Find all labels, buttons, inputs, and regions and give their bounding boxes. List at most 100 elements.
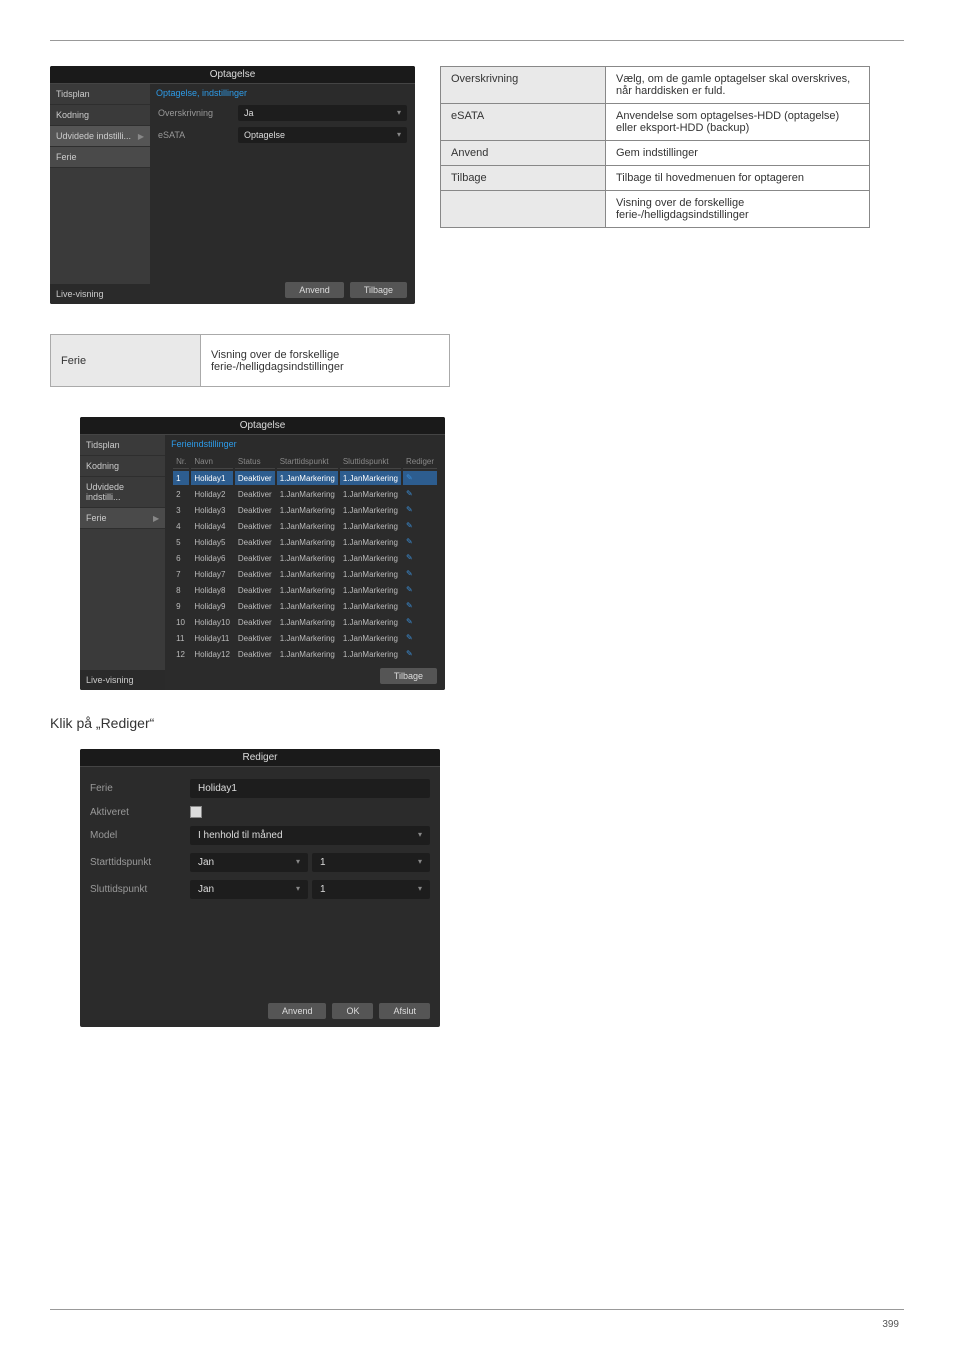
edit-icon[interactable]: ✎	[406, 473, 416, 483]
edit-icon[interactable]: ✎	[406, 633, 416, 643]
select-model[interactable]: I henhold til måned▾	[190, 826, 430, 845]
table-row[interactable]: 9Holiday9Deaktiver1.JanMarkering1.JanMar…	[173, 599, 437, 613]
anvend-button[interactable]: Anvend	[285, 282, 344, 298]
table-row[interactable]: 2Holiday2Deaktiver1.JanMarkering1.JanMar…	[173, 487, 437, 501]
screenshot-ferie-list: Optagelse Tidsplan Kodning Udvidede inds…	[80, 417, 445, 690]
table-row[interactable]: 10Holiday10Deaktiver1.JanMarkering1.JanM…	[173, 615, 437, 629]
chevron-right-icon: ▶	[138, 132, 144, 141]
edit-icon[interactable]: ✎	[406, 601, 416, 611]
edit-icon[interactable]: ✎	[406, 569, 416, 579]
screenshot-optagelse-settings: Optagelse Tidsplan Kodning Udvidede inds…	[50, 66, 415, 304]
input-ferie[interactable]: Holiday1	[190, 779, 430, 798]
col-navn: Navn	[191, 455, 233, 469]
edit-icon[interactable]: ✎	[406, 649, 416, 659]
tab-optagelse-indstillinger[interactable]: Optagelse, indstillinger	[150, 84, 253, 102]
sidebar-item-kodning[interactable]: Kodning	[80, 456, 165, 477]
table-row[interactable]: 4Holiday4Deaktiver1.JanMarkering1.JanMar…	[173, 519, 437, 533]
label-overskrivning: Overskrivning	[158, 108, 238, 118]
edit-icon[interactable]: ✎	[406, 553, 416, 563]
col-nr: Nr.	[173, 455, 189, 469]
desc-value: Anvendelse som optagelses-HDD (optagelse…	[606, 104, 870, 141]
label-ferie: Ferie	[90, 783, 190, 794]
label-model: Model	[90, 830, 190, 841]
chevron-down-icon: ▾	[397, 130, 401, 140]
table-row[interactable]: 6Holiday6Deaktiver1.JanMarkering1.JanMar…	[173, 551, 437, 565]
desc-value: Vælg, om de gamle optagelser skal oversk…	[606, 67, 870, 104]
tilbage-button[interactable]: Tilbage	[380, 668, 437, 684]
table-row[interactable]: 11Holiday11Deaktiver1.JanMarkering1.JanM…	[173, 631, 437, 645]
desc-label: Overskrivning	[441, 67, 606, 104]
select-start-day[interactable]: 1▾	[312, 853, 430, 872]
chevron-down-icon: ▾	[418, 884, 422, 895]
desc-label: eSATA	[441, 104, 606, 141]
edit-icon[interactable]: ✎	[406, 521, 416, 531]
chevron-down-icon: ▾	[418, 857, 422, 868]
col-rediger: Rediger	[403, 455, 437, 469]
select-overskrivning[interactable]: Ja▾	[238, 105, 407, 121]
table-row[interactable]: 8Holiday8Deaktiver1.JanMarkering1.JanMar…	[173, 583, 437, 597]
sidebar-item-kodning[interactable]: Kodning	[50, 105, 150, 126]
sidebar: Tidsplan Kodning Udvidede indstilli...▶ …	[50, 84, 150, 304]
description-table-1: OverskrivningVælg, om de gamle optagelse…	[440, 66, 870, 228]
sidebar-item-ferie[interactable]: Ferie▶	[80, 508, 165, 529]
desc-value: Visning over de forskellige ferie-/helli…	[606, 191, 870, 228]
page-number: 399	[882, 1319, 899, 1330]
ferie-single-table: FerieVisning over de forskellige ferie-/…	[50, 334, 450, 387]
desc-label	[441, 191, 606, 228]
select-end-month[interactable]: Jan▾	[190, 880, 308, 899]
ok-button[interactable]: OK	[332, 1003, 373, 1019]
label-aktiveret: Aktiveret	[90, 807, 190, 818]
desc-value: Tilbage til hovedmenuen for optageren	[606, 166, 870, 191]
desc-label: Anvend	[441, 141, 606, 166]
table-row[interactable]: 7Holiday7Deaktiver1.JanMarkering1.JanMar…	[173, 567, 437, 581]
chevron-down-icon: ▾	[397, 108, 401, 118]
afslut-button[interactable]: Afslut	[379, 1003, 430, 1019]
instruction-text: Klik på „Rediger“	[50, 715, 904, 731]
sidebar-item-tidsplan[interactable]: Tidsplan	[50, 84, 150, 105]
anvend-button[interactable]: Anvend	[268, 1003, 327, 1019]
tilbage-button[interactable]: Tilbage	[350, 282, 407, 298]
col-start: Starttidspunkt	[277, 455, 338, 469]
edit-icon[interactable]: ✎	[406, 585, 416, 595]
window-title: Optagelse	[50, 66, 415, 84]
sidebar: Tidsplan Kodning Udvidede indstilli... F…	[80, 435, 165, 690]
live-visning-button[interactable]: Live-visning	[50, 284, 150, 304]
live-visning-button[interactable]: Live-visning	[80, 670, 165, 690]
desc-value: Gem indstillinger	[606, 141, 870, 166]
single-value: Visning over de forskellige ferie-/helli…	[201, 335, 450, 387]
rediger-dialog: Rediger FerieHoliday1 Aktiveret ModelI h…	[80, 749, 440, 1027]
main-pane: Optagelse, indstillinger Overskrivning J…	[150, 84, 415, 304]
select-esata[interactable]: Optagelse▾	[238, 127, 407, 143]
table-row[interactable]: 12Holiday12Deaktiver1.JanMarkering1.JanM…	[173, 647, 437, 661]
select-end-day[interactable]: 1▾	[312, 880, 430, 899]
edit-icon[interactable]: ✎	[406, 537, 416, 547]
sidebar-item-tidsplan[interactable]: Tidsplan	[80, 435, 165, 456]
chevron-right-icon: ▶	[153, 514, 159, 523]
select-start-month[interactable]: Jan▾	[190, 853, 308, 872]
sidebar-item-udvidede[interactable]: Udvidede indstilli...▶	[50, 126, 150, 147]
edit-icon[interactable]: ✎	[406, 505, 416, 515]
holiday-table: Nr. Navn Status Starttidspunkt Sluttidsp…	[171, 453, 439, 663]
col-status: Status	[235, 455, 275, 469]
col-slut: Sluttidspunkt	[340, 455, 401, 469]
chevron-down-icon: ▾	[296, 884, 300, 895]
sidebar-item-udvidede[interactable]: Udvidede indstilli...	[80, 477, 165, 508]
window-title: Optagelse	[80, 417, 445, 435]
table-row[interactable]: 5Holiday5Deaktiver1.JanMarkering1.JanMar…	[173, 535, 437, 549]
single-label: Ferie	[51, 335, 201, 387]
table-row[interactable]: 3Holiday3Deaktiver1.JanMarkering1.JanMar…	[173, 503, 437, 517]
table-row[interactable]: 1Holiday1Deaktiver1.JanMarkering1.JanMar…	[173, 471, 437, 485]
tab-ferieindstillinger[interactable]: Ferieindstillinger	[165, 435, 243, 453]
dialog-title: Rediger	[80, 749, 440, 767]
sidebar-item-ferie[interactable]: Ferie	[50, 147, 150, 168]
checkbox-aktiveret[interactable]	[190, 806, 202, 818]
chevron-down-icon: ▾	[418, 830, 422, 841]
edit-icon[interactable]: ✎	[406, 617, 416, 627]
edit-icon[interactable]: ✎	[406, 489, 416, 499]
label-end: Sluttidspunkt	[90, 884, 190, 895]
desc-label: Tilbage	[441, 166, 606, 191]
label-start: Starttidspunkt	[90, 857, 190, 868]
chevron-down-icon: ▾	[296, 857, 300, 868]
label-esata: eSATA	[158, 130, 238, 140]
main-pane: Ferieindstillinger Nr. Navn Status Start…	[165, 435, 445, 690]
